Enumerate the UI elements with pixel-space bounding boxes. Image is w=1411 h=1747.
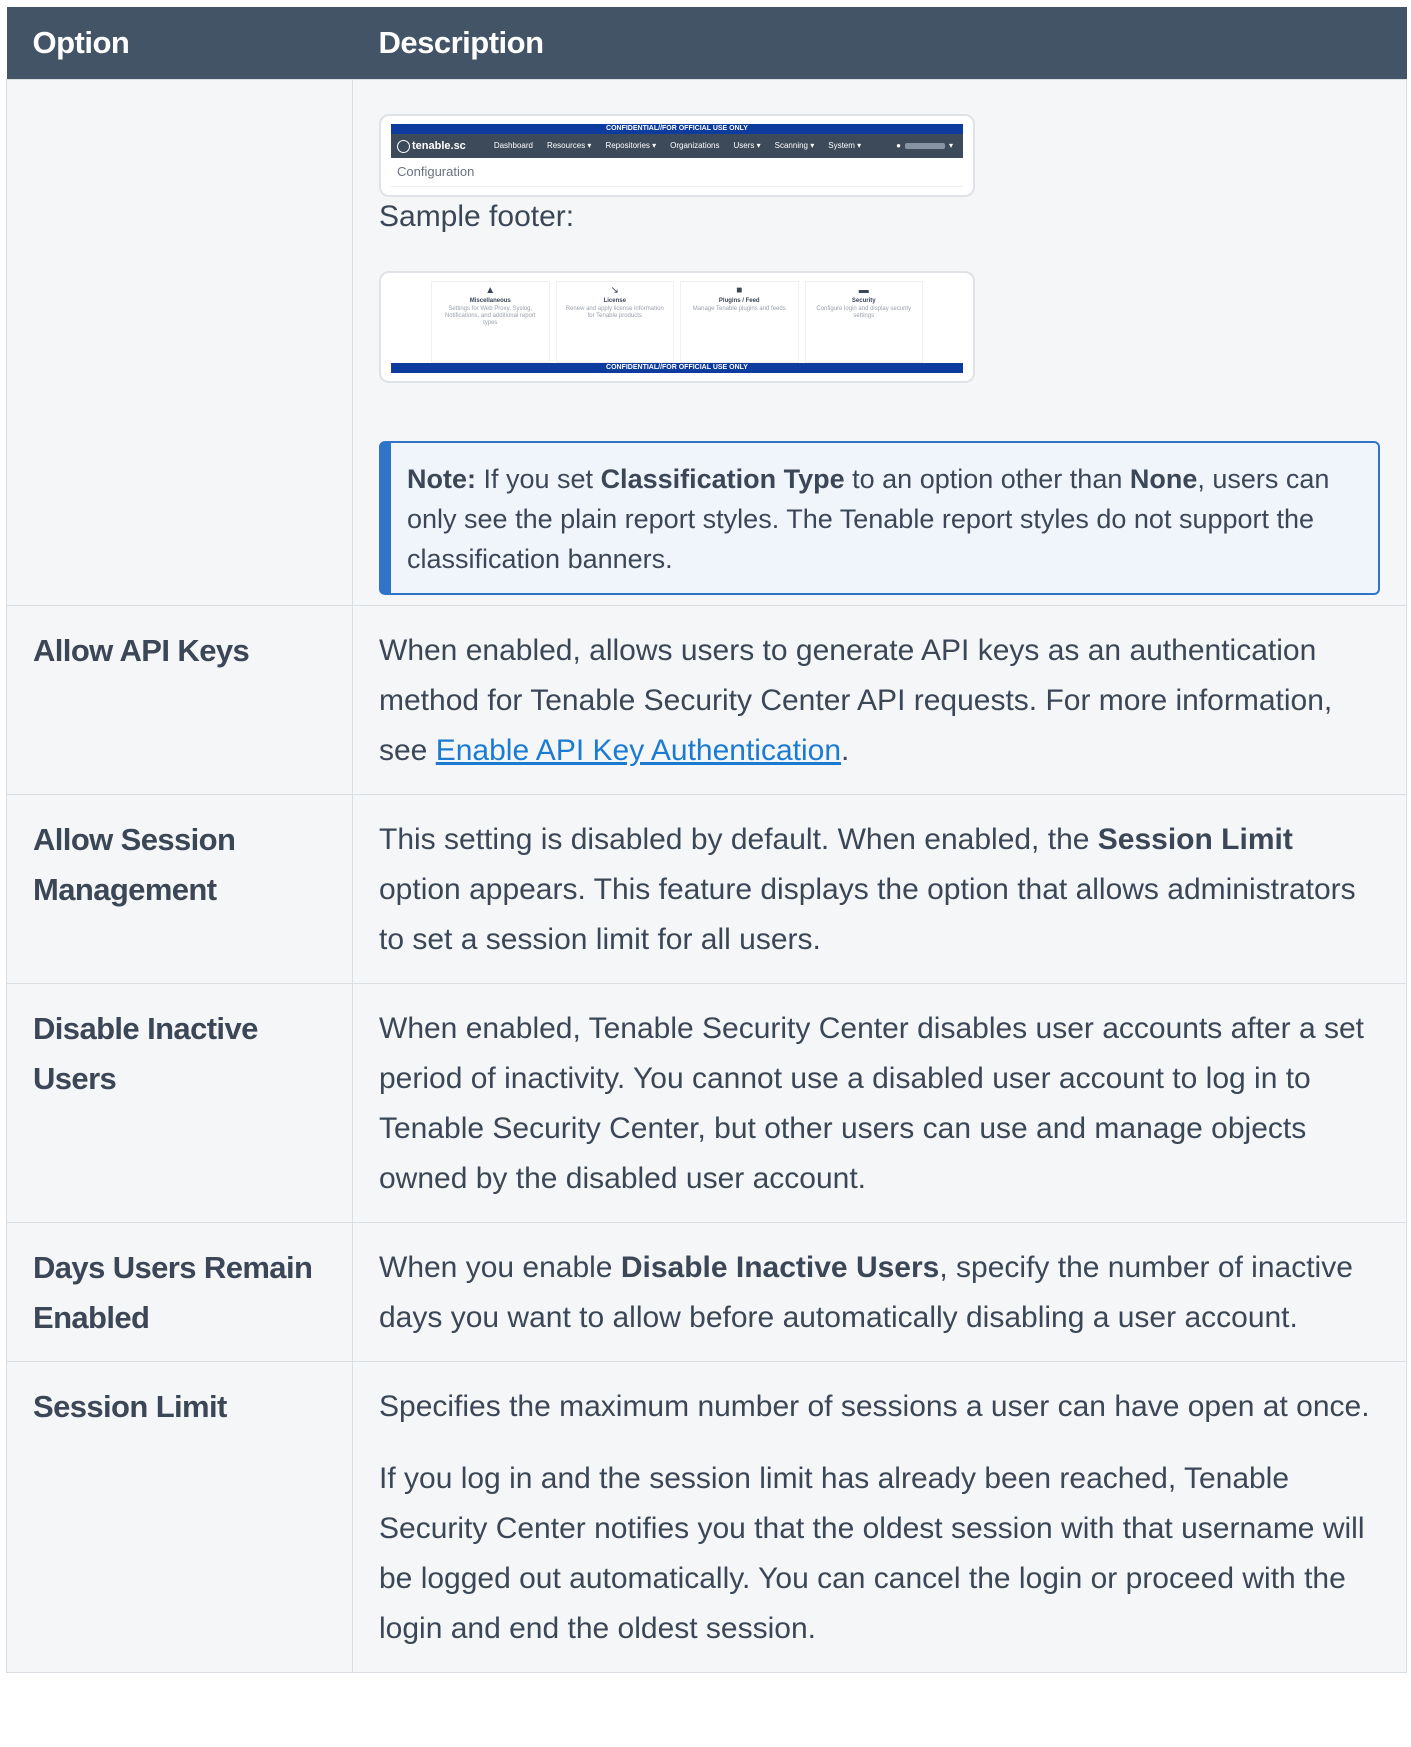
table-row: Allow Session Management This setting is…	[6, 794, 1407, 984]
chevron-down-icon: ▾	[948, 141, 953, 150]
table-row: Days Users Remain Enabled When you enabl…	[6, 1222, 1407, 1362]
enable-api-key-auth-link[interactable]: Enable API Key Authentication	[436, 734, 841, 767]
description-days-users-remain-enabled: When you enable Disable Inactive Users, …	[352, 1222, 1407, 1362]
sample-footer-caption: Sample footer:	[379, 200, 575, 233]
description-session-limit: Specifies the maximum number of sessions…	[352, 1361, 1407, 1673]
footer-tiles: ▲ Miscellaneous Settings for Web Proxy, …	[391, 281, 963, 363]
option-cell-empty	[6, 79, 353, 606]
nav-item: System ▾	[828, 141, 862, 150]
nav-item: Organizations	[670, 141, 720, 150]
table-row: Allow API Keys When enabled, allows user…	[6, 605, 1407, 795]
table-header-row: Option Description	[6, 7, 1407, 80]
option-session-limit: Session Limit	[6, 1361, 353, 1673]
nav-item: Resources ▾	[546, 141, 592, 150]
header-description: Description	[352, 7, 1407, 80]
header-option: Option	[6, 7, 353, 80]
table-row: Disable Inactive Users When enabled, Ten…	[6, 983, 1407, 1223]
description-disable-inactive-users: When enabled, Tenable Security Center di…	[352, 983, 1407, 1223]
sample-navbar: tenable.sc Dashboard Resources ▾ Reposit…	[391, 134, 963, 158]
table-row: CONFIDENTIAL//FOR OFFICIAL USE ONLY tena…	[6, 79, 1407, 606]
description-allow-session-management: This setting is disabled by default. Whe…	[352, 794, 1407, 984]
classification-banner-bottom: CONFIDENTIAL//FOR OFFICIAL USE ONLY	[391, 363, 963, 373]
options-table: Option Description CONFIDENTIAL//FOR OFF…	[6, 7, 1407, 1673]
user-icon: ●	[896, 141, 901, 150]
option-allow-api-keys: Allow API Keys	[6, 605, 353, 795]
nav-item: Repositories ▾	[605, 141, 657, 150]
nav-item: Dashboard	[493, 141, 533, 150]
table-row: Session Limit Specifies the maximum numb…	[6, 1361, 1407, 1673]
tile-license: ↘ License Renew and apply license inform…	[555, 281, 674, 363]
tile-miscellaneous: ▲ Miscellaneous Settings for Web Proxy, …	[431, 281, 550, 363]
tile-plugins-feed: ■ Plugins / Feed Manage Tenable plugins …	[680, 281, 799, 363]
key-icon: ↘	[610, 285, 619, 296]
option-allow-session-management: Allow Session Management	[6, 794, 353, 984]
sample-footer-image: ▲ Miscellaneous Settings for Web Proxy, …	[379, 271, 975, 383]
lock-icon: ▬	[858, 285, 869, 296]
sample-header-image: CONFIDENTIAL//FOR OFFICIAL USE ONLY tena…	[379, 114, 975, 197]
logo-ring-icon	[397, 139, 410, 153]
description-allow-api-keys: When enabled, allows users to generate A…	[352, 605, 1407, 795]
plugin-icon: ■	[736, 285, 743, 296]
note-label: Note:	[407, 464, 476, 494]
option-disable-inactive-users: Disable Inactive Users	[6, 983, 353, 1223]
option-days-users-remain-enabled: Days Users Remain Enabled	[6, 1222, 353, 1362]
blurred-username	[904, 143, 945, 149]
session-limit-paragraph-2: If you log in and the session limit has …	[379, 1462, 1365, 1645]
tile-security: ▬ Security Configure login and display s…	[804, 281, 923, 363]
nav-item: Scanning ▾	[774, 141, 815, 150]
nav-item: Users ▾	[733, 141, 761, 150]
session-limit-paragraph-1: Specifies the maximum number of sessions…	[379, 1390, 1370, 1423]
note-callout: Note: If you set Classification Type to …	[379, 441, 1380, 595]
description-cell: CONFIDENTIAL//FOR OFFICIAL USE ONLY tena…	[352, 79, 1407, 606]
gear-icon: ▲	[485, 285, 496, 296]
user-menu: ● ▾	[896, 121, 953, 171]
